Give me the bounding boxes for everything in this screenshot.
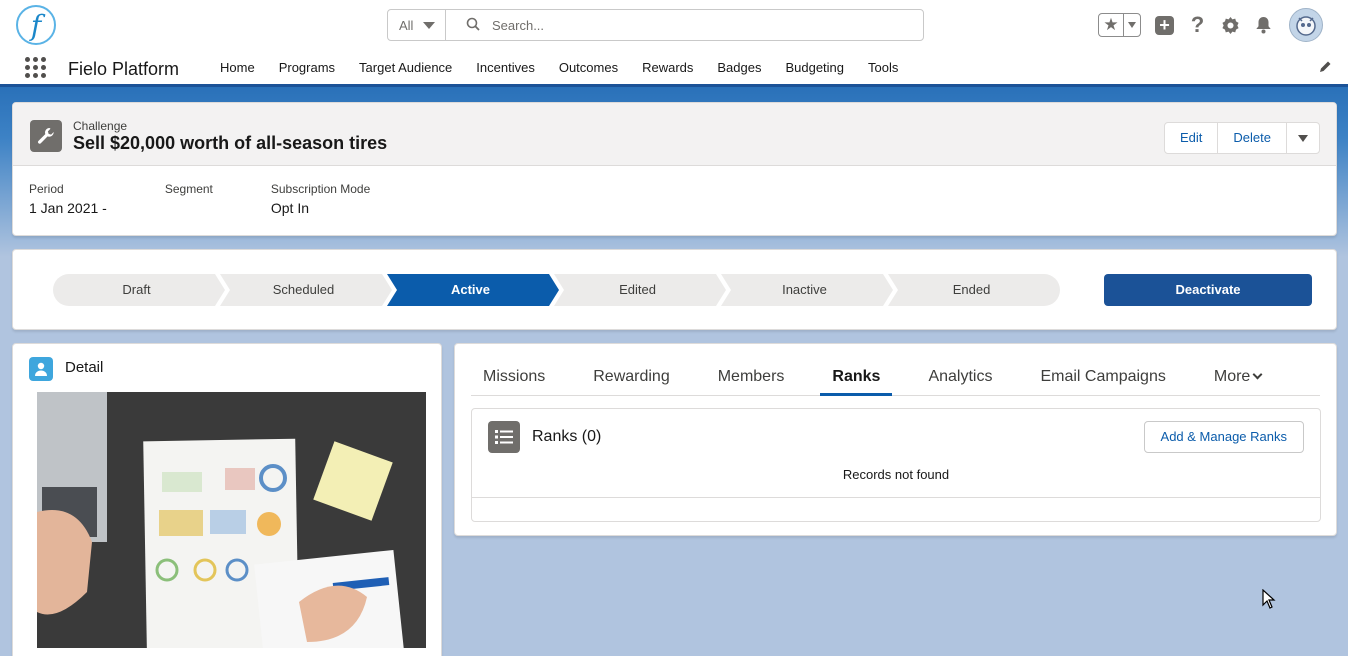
nav-item-target-audience[interactable]: Target Audience (347, 50, 464, 86)
tab-missions[interactable]: Missions (471, 358, 569, 395)
field-value: Opt In (270, 200, 310, 216)
favorites-button[interactable]: ★ (1098, 13, 1141, 37)
challenge-image (37, 392, 426, 648)
path-stage-draft[interactable]: Draft (53, 274, 225, 306)
tab-ranks[interactable]: Ranks (820, 358, 893, 396)
nav-item-incentives[interactable]: Incentives (464, 50, 547, 86)
search-scope-dropdown[interactable]: All (388, 10, 446, 40)
nav-item-tools[interactable]: Tools (856, 50, 910, 86)
path-stage-active[interactable]: Active (387, 274, 559, 306)
search-input[interactable] (492, 17, 892, 33)
ranks-related-list: Ranks (0) Add & Manage Ranks Records not… (471, 408, 1321, 522)
favorites-dropdown[interactable] (1124, 22, 1140, 28)
more-actions-button[interactable] (1287, 123, 1319, 153)
chevron-down-icon (1252, 369, 1263, 380)
tab-more[interactable]: More (1190, 358, 1285, 395)
star-icon[interactable]: ★ (1099, 14, 1124, 36)
tab-email-campaigns[interactable]: Email Campaigns (1016, 358, 1189, 395)
field-period: Period 1 Jan 2021 - (29, 182, 107, 216)
logo-letter: f (30, 8, 42, 42)
help-icon[interactable]: ? (1188, 12, 1207, 37)
global-search: All (387, 9, 924, 41)
nav-item-home[interactable]: Home (208, 50, 267, 86)
field-segment: Segment (165, 182, 213, 216)
field-value: 1 Jan 2021 - (29, 200, 107, 216)
path-stage-ended[interactable]: Ended (888, 274, 1060, 306)
bell-icon[interactable] (1254, 16, 1273, 35)
app-launcher-icon[interactable] (25, 57, 46, 78)
chevron-down-icon (1128, 22, 1136, 28)
record-title: Sell $20,000 worth of all-season tires (73, 133, 388, 153)
detail-panel: Detail (12, 343, 442, 656)
path-stage-label: Ended (952, 282, 991, 297)
empty-state-message: Records not found (842, 467, 950, 482)
record-highlights-panel: Challenge Sell $20,000 worth of all-seas… (12, 102, 1337, 236)
chevron-down-icon (1298, 134, 1308, 142)
app-navigation-bar: Fielo Platform Home Programs Target Audi… (0, 50, 1348, 87)
path-stage-label: Edited (619, 282, 656, 297)
wrench-icon (30, 120, 62, 152)
user-avatar[interactable] (1289, 8, 1323, 42)
tab-members[interactable]: Members (694, 358, 809, 395)
highlight-fields: Period 1 Jan 2021 - Segment Subscription… (29, 182, 428, 216)
field-subscription-mode: Subscription Mode Opt In (271, 182, 370, 216)
nav-item-badges[interactable]: Badges (705, 50, 773, 86)
nav-item-outcomes[interactable]: Outcomes (547, 50, 630, 86)
search-field (446, 10, 923, 40)
search-scope-label: All (399, 17, 414, 33)
path-stage-label: Inactive (782, 282, 827, 297)
related-tabs-panel: Missions Rewarding Members Ranks Analyti… (454, 343, 1337, 536)
edit-nav-pencil-icon[interactable] (1318, 60, 1332, 74)
record-action-buttons: Edit Delete (1164, 122, 1320, 154)
field-label: Period (29, 182, 64, 196)
edit-button[interactable]: Edit (1165, 123, 1219, 153)
ranks-title: Ranks (0) (532, 428, 602, 445)
field-label: Subscription Mode (270, 182, 371, 196)
add-manage-ranks-button[interactable]: Add & Manage Ranks (1143, 421, 1304, 453)
path-stage-inactive[interactable]: Inactive (721, 274, 893, 306)
detail-title: Detail (65, 359, 104, 376)
path-stage-label: Active (450, 282, 491, 297)
chevron-down-icon (423, 21, 436, 29)
record-entity-label: Challenge (73, 119, 128, 133)
global-header: f All ★ + ? (0, 0, 1348, 50)
app-name: Fielo Platform (68, 59, 180, 79)
divider (472, 497, 1320, 498)
nav-items: Home Programs Target Audience Incentives… (208, 50, 910, 86)
nav-item-programs[interactable]: Programs (267, 50, 347, 86)
nav-item-rewards[interactable]: Rewards (630, 50, 705, 86)
path-stage-edited[interactable]: Edited (554, 274, 726, 306)
search-icon (466, 17, 480, 34)
global-actions-plus-icon[interactable]: + (1155, 15, 1174, 35)
tab-bar: Missions Rewarding Members Ranks Analyti… (471, 358, 1320, 396)
mouse-cursor-icon (1262, 588, 1276, 612)
tab-analytics[interactable]: Analytics (904, 358, 1016, 395)
deactivate-button[interactable]: Deactivate (1104, 274, 1312, 306)
app-logo[interactable]: f (16, 5, 56, 45)
path-stage-scheduled[interactable]: Scheduled (220, 274, 392, 306)
tab-more-label: More (1213, 368, 1251, 385)
list-icon (488, 421, 520, 453)
tab-rewarding[interactable]: Rewarding (569, 358, 693, 395)
user-icon (29, 357, 53, 381)
delete-button[interactable]: Delete (1218, 123, 1287, 153)
record-header: Challenge Sell $20,000 worth of all-seas… (13, 103, 1336, 166)
path-stage-label: Scheduled (272, 282, 335, 297)
gear-icon[interactable] (1221, 16, 1240, 35)
nav-item-budgeting[interactable]: Budgeting (773, 50, 856, 86)
status-path-panel: Draft Scheduled Active Edited Inactive E… (12, 249, 1337, 330)
path-stage-label: Draft (122, 282, 151, 297)
status-path: Draft Scheduled Active Edited Inactive E… (53, 274, 1060, 306)
header-utility-icons: ★ + ? (1098, 6, 1323, 44)
field-label: Segment (164, 182, 213, 196)
